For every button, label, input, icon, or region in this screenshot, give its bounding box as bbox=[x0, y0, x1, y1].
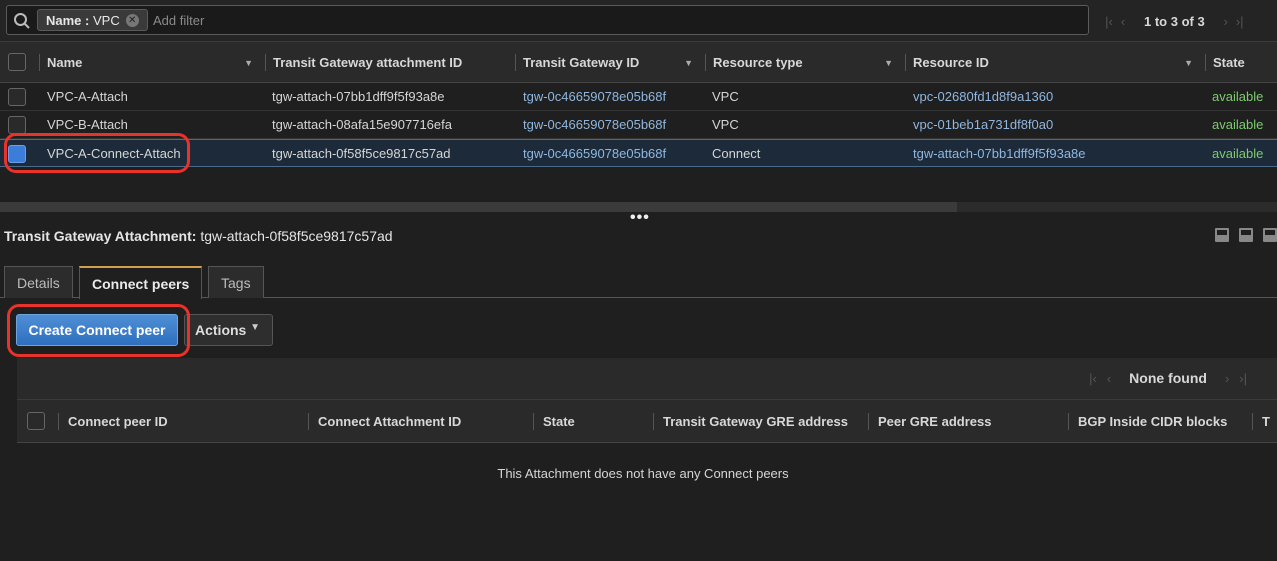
detail-value: tgw-attach-0f58f5ce9817c57ad bbox=[200, 228, 393, 244]
search-icon bbox=[14, 13, 30, 29]
sort-icon: ▼ bbox=[884, 57, 893, 68]
table-row[interactable]: VPC-B-Attach tgw-attach-08afa15e907716ef… bbox=[0, 111, 1277, 139]
sort-icon: ▼ bbox=[244, 57, 253, 68]
table-row[interactable]: VPC-A-Attach tgw-attach-07bb1dff9f5f93a8… bbox=[0, 83, 1277, 111]
tab-tags[interactable]: Tags bbox=[208, 266, 264, 298]
last-page-icon[interactable]: ›| bbox=[1239, 371, 1247, 386]
row-resource-id-link[interactable]: vpc-01beb1a731df8f0a0 bbox=[913, 111, 1053, 139]
next-page-icon[interactable]: › bbox=[1219, 14, 1233, 29]
prev-page-icon[interactable]: ‹ bbox=[1116, 14, 1130, 29]
column-header-resource-type[interactable]: Resource type ▼ bbox=[705, 42, 899, 83]
actions-label: Actions bbox=[195, 322, 247, 338]
row-checkbox[interactable] bbox=[8, 116, 26, 134]
row-attachment-id: tgw-attach-0f58f5ce9817c57ad bbox=[272, 146, 451, 161]
first-page-icon[interactable]: |‹ bbox=[1102, 14, 1116, 29]
first-page-icon[interactable]: |‹ bbox=[1089, 371, 1097, 386]
row-tgw-id-link[interactable]: tgw-0c46659078e05b68f bbox=[523, 140, 666, 168]
panel-resize-handle-icon[interactable]: ••• bbox=[630, 210, 650, 226]
column-header-tgw-id[interactable]: Transit Gateway ID ▼ bbox=[515, 42, 699, 83]
layout-split-icon[interactable] bbox=[1239, 228, 1253, 242]
row-name: VPC-B-Attach bbox=[47, 117, 128, 132]
table-row-selected[interactable]: VPC-A-Connect-Attach tgw-attach-0f58f5ce… bbox=[0, 139, 1277, 167]
sub-table-header: Connect peer ID Connect Attachment ID St… bbox=[17, 400, 1277, 443]
last-page-icon[interactable]: ›| bbox=[1233, 14, 1247, 29]
row-tgw-id-link[interactable]: tgw-0c46659078e05b68f bbox=[523, 111, 666, 139]
column-header-bgp-cidr[interactable]: BGP Inside CIDR blocks bbox=[1068, 400, 1227, 443]
filter-input[interactable] bbox=[153, 10, 1053, 30]
scrollbar-thumb[interactable] bbox=[0, 202, 957, 212]
column-header-name[interactable]: Name ▼ bbox=[39, 42, 259, 83]
chevron-down-icon: ▼ bbox=[250, 322, 260, 333]
filter-token-key: Name bbox=[46, 12, 82, 28]
row-resource-type: Connect bbox=[712, 146, 761, 161]
column-header-tgw-gre-address[interactable]: Transit Gateway GRE address bbox=[653, 400, 848, 443]
detail-tabs: Details Connect peers Tags bbox=[0, 264, 1277, 299]
column-header-truncated[interactable]: T bbox=[1252, 400, 1270, 443]
column-header-peer-gre-address[interactable]: Peer GRE address bbox=[868, 400, 991, 443]
layout-controls bbox=[1215, 228, 1277, 242]
row-checkbox[interactable] bbox=[8, 145, 26, 163]
sub-pagination-count: None found bbox=[1129, 370, 1207, 386]
close-icon[interactable]: ✕ bbox=[125, 13, 139, 27]
row-resource-id-link[interactable]: tgw-attach-07bb1dff9f5f93a8e bbox=[913, 140, 1086, 168]
row-attachment-id: tgw-attach-07bb1dff9f5f93a8e bbox=[272, 89, 445, 104]
column-header-resource-id[interactable]: Resource ID ▼ bbox=[905, 42, 1199, 83]
create-connect-peer-button[interactable]: Create Connect peer bbox=[16, 314, 178, 346]
row-resource-type: VPC bbox=[712, 117, 739, 132]
row-resource-type: VPC bbox=[712, 89, 739, 104]
tab-details[interactable]: Details bbox=[4, 266, 73, 298]
row-checkbox[interactable] bbox=[8, 88, 26, 106]
row-state: available bbox=[1212, 117, 1264, 132]
pagination: |‹ ‹ 1 to 3 of 3 › ›| bbox=[1102, 11, 1247, 31]
column-header-connect-peer-id[interactable]: Connect peer ID bbox=[58, 400, 168, 443]
column-header-state[interactable]: State bbox=[533, 400, 575, 443]
filter-bar: Name : VPC ✕ |‹ ‹ 1 to 3 of 3 › ›| bbox=[0, 0, 1277, 42]
prev-page-icon[interactable]: ‹ bbox=[1107, 371, 1111, 386]
layout-bottom-icon[interactable] bbox=[1215, 228, 1229, 242]
sub-table-toolbar: |‹ ‹ None found › ›| bbox=[17, 358, 1277, 400]
sort-icon: ▼ bbox=[684, 57, 693, 68]
row-tgw-id-link[interactable]: tgw-0c46659078e05b68f bbox=[523, 83, 666, 111]
row-resource-id-link[interactable]: vpc-02680fd1d8f9a1360 bbox=[913, 83, 1053, 111]
select-all-checkbox[interactable] bbox=[27, 412, 45, 430]
empty-message: This Attachment does not have any Connec… bbox=[497, 466, 789, 481]
tab-connect-peers[interactable]: Connect peers bbox=[79, 266, 203, 299]
filter-token-value: VPC bbox=[92, 12, 120, 28]
layout-full-icon[interactable] bbox=[1263, 228, 1277, 242]
table-header: Name ▼ Transit Gateway attachment ID Tran… bbox=[0, 42, 1277, 83]
select-all-checkbox[interactable] bbox=[8, 53, 26, 71]
column-header-state[interactable]: State bbox=[1205, 42, 1277, 83]
column-header-attachment-id[interactable]: Transit Gateway attachment ID bbox=[265, 42, 509, 83]
pagination-count: 1 to 3 of 3 bbox=[1144, 13, 1205, 29]
actions-button[interactable]: Actions ▼ bbox=[184, 314, 273, 346]
search-box[interactable]: Name : VPC ✕ bbox=[6, 5, 1089, 35]
sub-pagination: |‹ ‹ None found › ›| bbox=[1089, 370, 1247, 386]
detail-title: Transit Gateway Attachment: tgw-attach-0… bbox=[4, 228, 393, 244]
row-state: available bbox=[1212, 89, 1264, 104]
connect-peers-table: |‹ ‹ None found › ›| Connect peer ID Con… bbox=[17, 358, 1277, 561]
row-name: VPC-A-Attach bbox=[47, 89, 128, 104]
sort-icon: ▼ bbox=[1184, 57, 1193, 68]
row-name: VPC-A-Connect-Attach bbox=[47, 146, 181, 161]
next-page-icon[interactable]: › bbox=[1225, 371, 1229, 386]
row-attachment-id: tgw-attach-08afa15e907716efa bbox=[272, 117, 452, 132]
row-state: available bbox=[1212, 146, 1264, 161]
filter-token[interactable]: Name : VPC ✕ bbox=[37, 9, 148, 31]
column-header-connect-attachment-id[interactable]: Connect Attachment ID bbox=[308, 400, 461, 443]
detail-label: Transit Gateway Attachment: bbox=[4, 228, 197, 244]
